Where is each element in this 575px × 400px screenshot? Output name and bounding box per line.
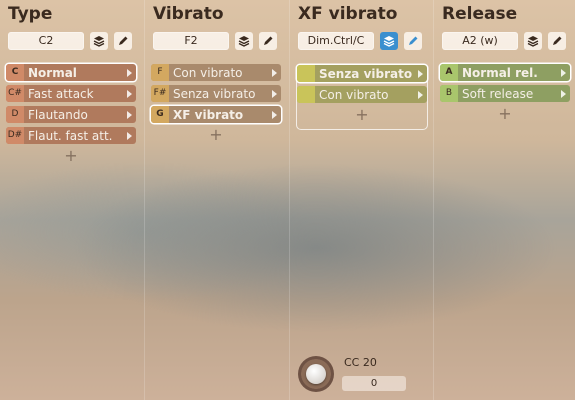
articulation-item[interactable]: D Flautando xyxy=(6,106,136,123)
articulation-item[interactable]: C Normal xyxy=(6,64,136,81)
articulation-label: Senza vibrato xyxy=(173,86,256,101)
triangle-right-icon[interactable] xyxy=(127,131,132,140)
add-articulation-button[interactable]: + xyxy=(440,106,570,124)
preset-field[interactable]: C2 xyxy=(8,32,84,50)
triangle-right-icon[interactable] xyxy=(418,90,423,99)
preset-field[interactable]: Dim.Ctrl/C xyxy=(298,32,374,50)
pencil-icon[interactable] xyxy=(404,32,422,50)
column-vibrato: Vibrato F2 F Con vibrato F# Senza vibrat… xyxy=(145,0,289,400)
triangle-right-icon[interactable] xyxy=(561,89,566,98)
cc-controller: CC 20 0 xyxy=(298,352,418,396)
articulation-item[interactable]: Senza vibrato xyxy=(297,65,427,82)
preset-field[interactable]: A2 (w) xyxy=(442,32,518,50)
keyswitch-label xyxy=(297,65,315,82)
triangle-right-icon[interactable] xyxy=(418,69,423,78)
add-articulation-button[interactable]: + xyxy=(6,148,136,166)
keyswitch-label xyxy=(297,86,315,103)
articulation-label: Normal rel. xyxy=(462,65,538,80)
articulation-item[interactable]: Con vibrato xyxy=(297,86,427,103)
column-title: XF vibrato xyxy=(298,4,398,24)
keyswitch-label: G xyxy=(151,106,169,123)
articulation-item[interactable]: G XF vibrato xyxy=(151,106,281,123)
column-xf-vibrato: XF vibrato Dim.Ctrl/C Senza vibrato Con … xyxy=(290,0,434,400)
column-title: Vibrato xyxy=(153,4,224,24)
keyswitch-label: F# xyxy=(151,85,169,102)
pencil-icon[interactable] xyxy=(548,32,566,50)
triangle-right-icon[interactable] xyxy=(127,68,132,77)
add-articulation-button[interactable]: + xyxy=(151,127,281,145)
articulation-label: Flautando xyxy=(28,107,88,122)
cc-value-field[interactable]: 0 xyxy=(342,376,406,391)
knob-cap xyxy=(306,364,326,384)
articulation-list: A Normal rel. B Soft release + xyxy=(440,64,570,124)
articulation-label: Con vibrato xyxy=(173,65,243,80)
cc-knob[interactable] xyxy=(298,356,334,392)
triangle-right-icon[interactable] xyxy=(272,110,277,119)
keyswitch-label: C xyxy=(6,64,24,81)
triangle-right-icon[interactable] xyxy=(272,89,277,98)
triangle-right-icon[interactable] xyxy=(561,68,566,77)
layers-icon[interactable] xyxy=(380,32,398,50)
articulation-label: Flaut. fast att. xyxy=(28,128,113,143)
articulation-label: Senza vibrato xyxy=(319,66,413,81)
keyswitch-label: C# xyxy=(6,85,24,102)
articulation-label: Soft release xyxy=(462,86,534,101)
layers-icon[interactable] xyxy=(235,32,253,50)
triangle-right-icon[interactable] xyxy=(272,68,277,77)
column-release: Release A2 (w) A Normal rel. B Soft rele… xyxy=(434,0,575,400)
articulation-label: XF vibrato xyxy=(173,107,244,122)
column-title: Release xyxy=(442,4,518,24)
articulation-label: Normal xyxy=(28,65,77,80)
column-title: Type xyxy=(8,4,53,24)
layers-icon[interactable] xyxy=(524,32,542,50)
pencil-icon[interactable] xyxy=(259,32,277,50)
articulation-item[interactable]: A Normal rel. xyxy=(440,64,570,81)
articulation-item[interactable]: B Soft release xyxy=(440,85,570,102)
preset-field[interactable]: F2 xyxy=(153,32,229,50)
keyswitch-label: B xyxy=(440,85,458,102)
cc-label: CC 20 xyxy=(344,356,377,369)
pencil-icon[interactable] xyxy=(114,32,132,50)
keyswitch-label: A xyxy=(440,64,458,81)
articulation-item[interactable]: F Con vibrato xyxy=(151,64,281,81)
triangle-right-icon[interactable] xyxy=(127,89,132,98)
keyswitch-label: D# xyxy=(6,127,24,144)
articulation-item[interactable]: F# Senza vibrato xyxy=(151,85,281,102)
column-type: Type C2 C Normal C# Fast attack D Flauta… xyxy=(0,0,144,400)
articulation-list: F Con vibrato F# Senza vibrato G XF vibr… xyxy=(151,64,281,145)
triangle-right-icon[interactable] xyxy=(127,110,132,119)
keyswitch-label: D xyxy=(6,106,24,123)
layers-icon[interactable] xyxy=(90,32,108,50)
articulation-label: Con vibrato xyxy=(319,87,389,102)
articulation-list: Senza vibrato Con vibrato + xyxy=(296,64,428,130)
add-articulation-button[interactable]: + xyxy=(297,107,427,125)
articulation-label: Fast attack xyxy=(28,86,94,101)
articulation-item[interactable]: D# Flaut. fast att. xyxy=(6,127,136,144)
keyswitch-label: F xyxy=(151,64,169,81)
articulation-list: C Normal C# Fast attack D Flautando D# F… xyxy=(6,64,136,166)
articulation-item[interactable]: C# Fast attack xyxy=(6,85,136,102)
